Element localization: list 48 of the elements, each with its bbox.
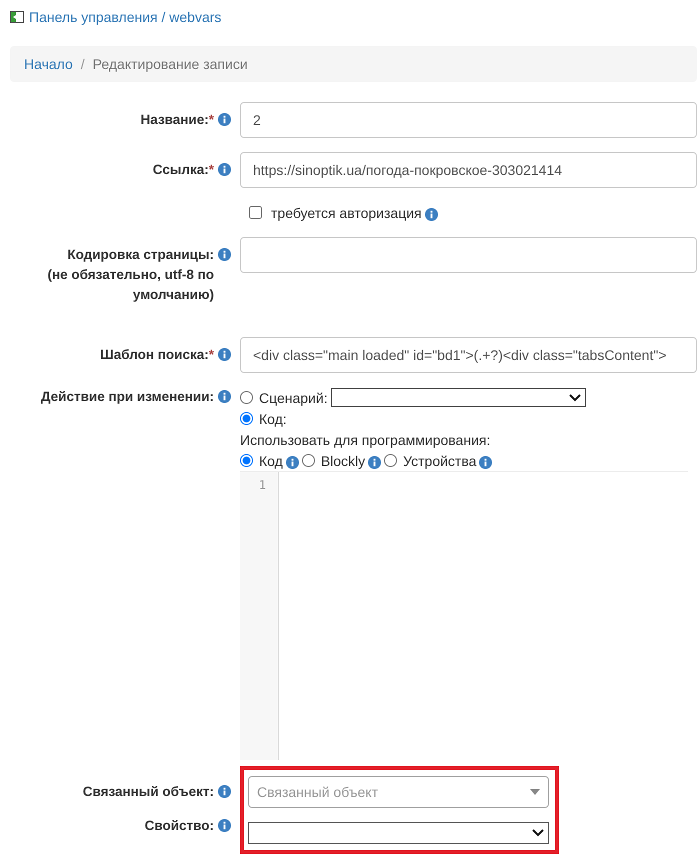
radio-button[interactable] [240, 391, 253, 404]
info-icon[interactable] [286, 456, 299, 468]
radio-label: Blockly [320, 452, 366, 468]
header-link[interactable]: Панель управления / webvars [29, 9, 222, 25]
info-icon[interactable] [218, 348, 231, 361]
radio-label: Код: [259, 410, 287, 426]
field-label: Связанный объект: [82, 783, 214, 801]
breadcrumb-separator: / [80, 56, 85, 72]
radio-button[interactable] [240, 454, 253, 467]
chevron-down-icon [568, 394, 581, 402]
checkbox[interactable] [249, 206, 262, 219]
field-label: Шаблон поиска:* [100, 346, 214, 364]
breadcrumb-link[interactable]: Начало [24, 56, 73, 72]
field-label: Кодировка страницы: (не обязательно, utf-8 по умолчанию) [46, 246, 214, 304]
field-label: Название:* [140, 111, 214, 129]
info-icon[interactable] [218, 113, 231, 126]
text-field[interactable]: <div class="main loaded" id="bd1">(.+?)<div class="tabsContent"> [240, 337, 697, 373]
panel-icon [10, 11, 24, 23]
checkbox-label: требуется авторизация [271, 204, 422, 220]
scenario-select[interactable] [330, 388, 586, 407]
radio-button[interactable] [302, 454, 315, 467]
property-select[interactable] [248, 822, 549, 844]
field-label: Свойство: [144, 817, 214, 835]
info-icon[interactable] [479, 456, 492, 468]
info-icon[interactable] [218, 819, 231, 832]
info-icon[interactable] [218, 248, 231, 261]
page-heading: Редактирование записи [92, 56, 248, 72]
field-label: Действие при изменении: [40, 388, 214, 406]
code-editor[interactable]: 1 [240, 471, 688, 760]
caret-icon [530, 789, 540, 795]
section-label: Использовать для программирования: [240, 432, 490, 448]
chevron-down-icon [532, 829, 544, 837]
radio-label: Код [259, 452, 283, 468]
line-number: 1 [258, 478, 266, 492]
info-icon[interactable] [218, 390, 231, 403]
text-field[interactable]: https://sinoptik.ua/погода-покровское-303021414 [240, 152, 697, 188]
field-label: Ссылка:* [152, 161, 214, 179]
radio-label: Устройства [403, 452, 476, 468]
text-field[interactable]: 2 [240, 102, 697, 138]
radio-button[interactable] [384, 454, 398, 467]
radio-button[interactable] [240, 412, 253, 425]
info-icon[interactable] [368, 456, 382, 468]
info-icon[interactable] [424, 208, 438, 220]
info-icon[interactable] [218, 163, 231, 176]
info-icon[interactable] [218, 785, 231, 798]
radio-label: Сценарий: [259, 390, 328, 406]
object-combobox[interactable]: Связанный объект [248, 776, 549, 808]
text-field[interactable] [240, 237, 697, 273]
